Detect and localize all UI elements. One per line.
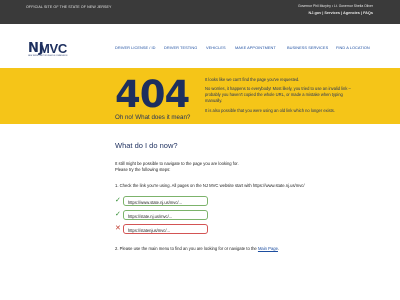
intro-line-1: It still might be possible to navigate t… xyxy=(115,161,239,166)
main-page-link[interactable]: Main Page xyxy=(258,246,278,251)
nav-business-services[interactable]: BUSINESS SERVICES xyxy=(287,45,328,50)
site-header: NJ MVC NEW JERSEY MOTOR VEHICLE COMMISSI… xyxy=(0,24,400,68)
nav-vehicles[interactable]: VEHICLES xyxy=(206,45,226,50)
example-url-box: https://state.nj.us/mvc/... xyxy=(123,210,208,220)
logo-text: MVC xyxy=(39,41,67,56)
help-heading: What do I do now? xyxy=(115,141,178,150)
error-banner: 404 Oh no! What does it mean? It looks l… xyxy=(0,68,400,124)
example-url-box-invalid: https://statenjus/mvc/... xyxy=(123,224,208,234)
error-code: 404 xyxy=(115,73,190,116)
nav-driver-license[interactable]: DRIVER LICENSE / ID xyxy=(115,45,156,50)
error-message-2-line3: manually. xyxy=(205,98,223,103)
nav-driver-testing[interactable]: DRIVER TESTING xyxy=(164,45,197,50)
check-icon: ✓ xyxy=(115,211,121,218)
example-url-row: ✓ https://www.state.nj.us/mvc/... xyxy=(115,196,215,207)
cross-icon: ✕ xyxy=(115,225,121,232)
error-subtitle: Oh no! What does it mean? xyxy=(115,114,191,121)
intro-line-2: Please try the following steps: xyxy=(115,167,171,172)
step-2-suffix: . xyxy=(277,246,280,251)
nav-find-location[interactable]: FIND A LOCATION xyxy=(336,45,370,50)
example-url-row: ✓ https://state.nj.us/mvc/... xyxy=(115,210,215,221)
official-site-text: OFFICIAL SITE OF THE STATE OF NEW JERSEY xyxy=(26,5,112,9)
top-bar: OFFICIAL SITE OF THE STATE OF NEW JERSEY… xyxy=(0,0,400,24)
error-message-3: It is also possible that you were using … xyxy=(205,108,335,113)
check-icon: ✓ xyxy=(115,197,121,204)
example-url-row: ✕ https://statenjus/mvc/... xyxy=(115,224,215,235)
step-1-text: 1. Check the link you're using. All page… xyxy=(115,183,305,188)
error-message-1: It looks like we can't find the page you… xyxy=(205,77,300,82)
njmvc-logo[interactable]: NJ MVC NEW JERSEY MOTOR VEHICLE COMMISSI… xyxy=(28,41,74,61)
governor-text: Governor Phil Murphy • Lt. Governor Shei… xyxy=(297,4,373,8)
nav-make-appointment[interactable]: MAKE APPOINTMENT xyxy=(235,45,276,50)
step-2-prefix: 2. Please use the main menu to find an y… xyxy=(115,246,258,251)
step-2-text: 2. Please use the main menu to find an y… xyxy=(115,246,279,252)
example-url-box: https://www.state.nj.us/mvc/... xyxy=(123,196,208,206)
logo-subtitle: NEW JERSEY MOTOR VEHICLE COMMISSION xyxy=(28,55,68,57)
state-links[interactable]: NJ.gov | Services | Agencies | FAQs xyxy=(309,11,373,15)
